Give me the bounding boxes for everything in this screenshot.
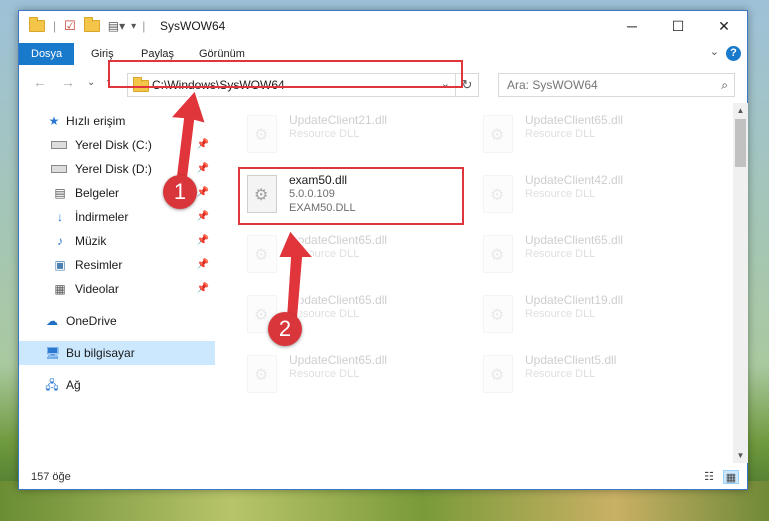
step-2-badge: 2 [268, 312, 302, 346]
arrow-1 [167, 88, 208, 180]
step-1-badge: 1 [163, 175, 197, 209]
arrow-2 [276, 228, 317, 319]
annotation-arrows [167, 88, 317, 319]
